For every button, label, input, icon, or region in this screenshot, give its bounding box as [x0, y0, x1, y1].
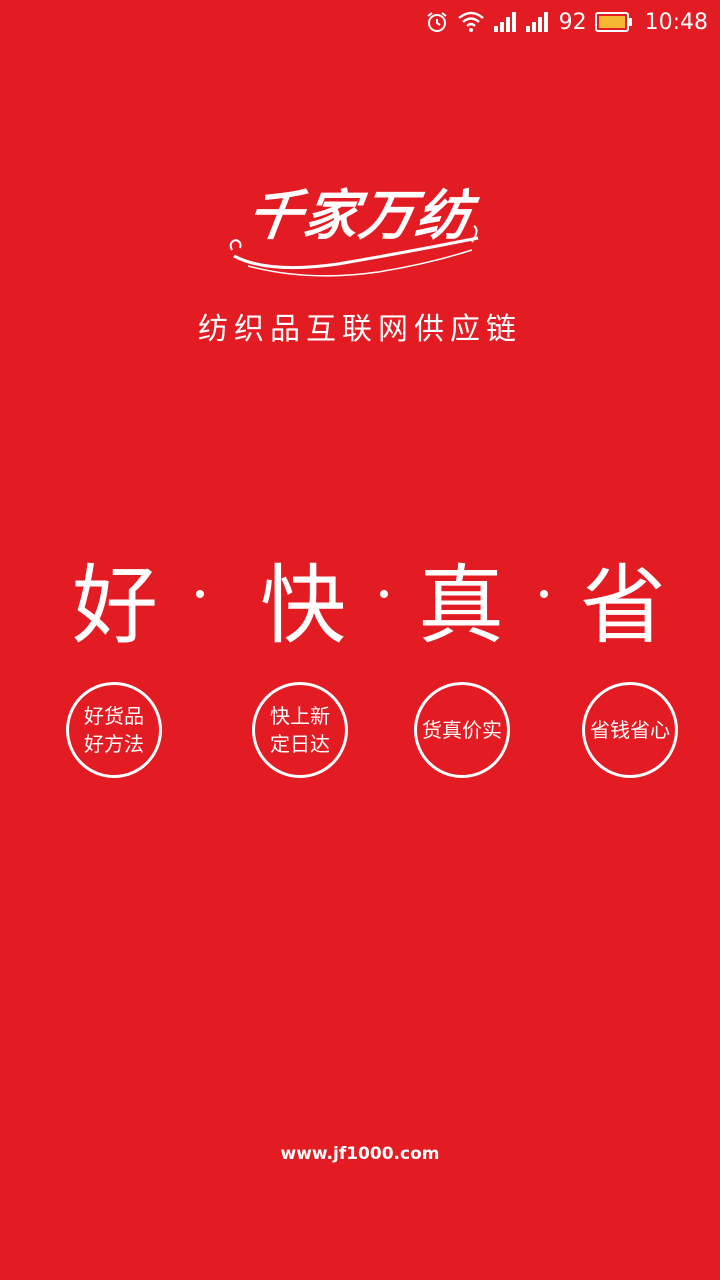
headline-char-4: 省 [580, 556, 666, 656]
signal-icon-2 [525, 12, 549, 32]
slogan: 纺织品互联网供应链 [198, 312, 522, 347]
wifi-icon [457, 11, 485, 33]
feature-circle-quality: 好货品 好方法 [66, 682, 162, 778]
signal-icon [493, 12, 517, 32]
status-icons: 92 10:48 [425, 6, 708, 38]
feature-circle-speed: 快上新 定日达 [252, 682, 348, 778]
feature-circle-savings: 省钱省心 [582, 682, 678, 778]
headline-char-3: 真 [418, 556, 504, 656]
feature-line: 定日达 [270, 732, 330, 756]
feature-line: 快上新 [270, 704, 330, 728]
alarm-icon [425, 10, 449, 34]
feature-line: 货真价实 [422, 718, 502, 742]
battery-percent: 92 [558, 9, 587, 35]
battery-icon [594, 12, 633, 32]
feature-circle-genuine: 货真价实 [414, 682, 510, 778]
feature-line: 好方法 [84, 732, 144, 756]
headline-separator-dot [196, 590, 204, 598]
website-url: www.jf1000.com [280, 1144, 440, 1164]
feature-line: 省钱省心 [590, 718, 670, 742]
headline: 好 快 真 省 [72, 556, 672, 656]
headline-char-2: 快 [260, 556, 346, 656]
status-bar: 92 10:48 [0, 0, 720, 44]
headline-char-1: 好 [72, 556, 158, 656]
headline-separator-dot [380, 590, 388, 598]
clock: 10:48 [644, 9, 708, 35]
headline-separator-dot [540, 590, 548, 598]
feature-line: 好货品 [84, 704, 144, 728]
